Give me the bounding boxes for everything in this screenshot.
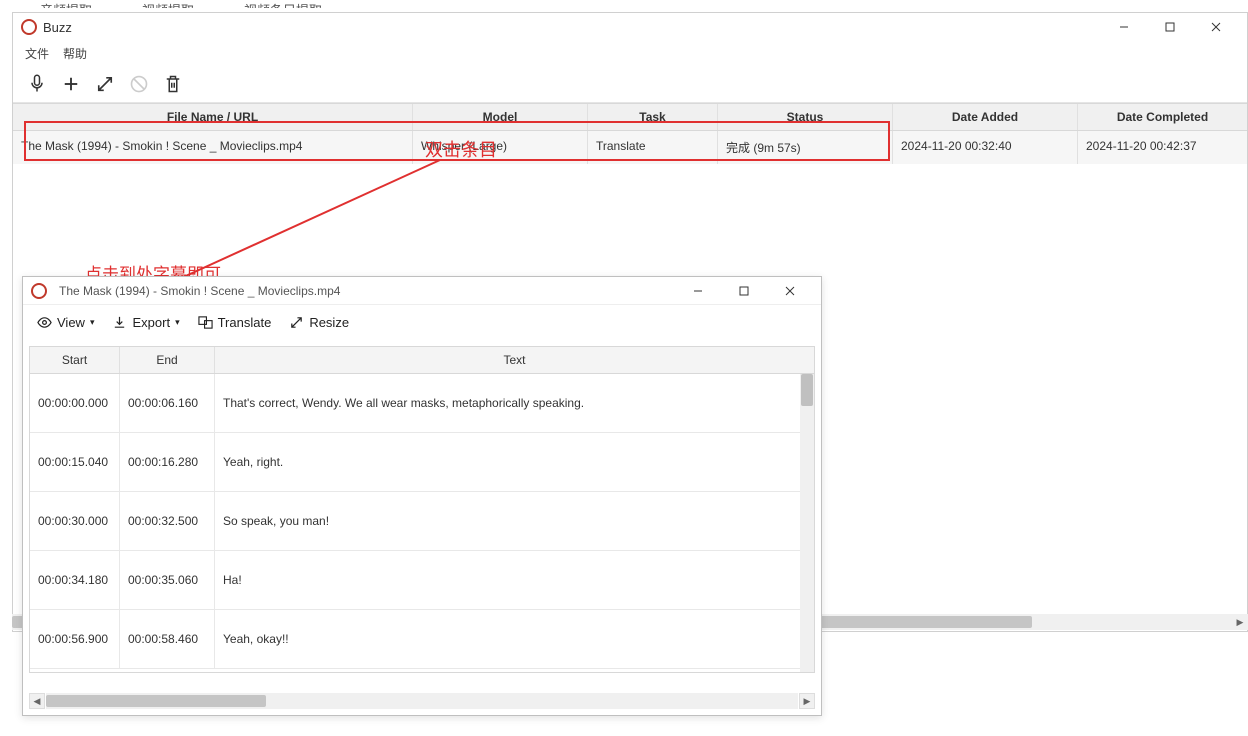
menu-help[interactable]: 帮助	[63, 45, 87, 62]
menu-file[interactable]: 文件	[25, 45, 49, 62]
sth-start[interactable]: Start	[30, 347, 120, 373]
cell-end: 00:00:06.160	[120, 374, 215, 432]
top-tab[interactable]: 视频提取	[142, 0, 194, 8]
cell-start: 00:00:30.000	[30, 492, 120, 550]
detail-titlebar: The Mask (1994) - Smokin ! Scene _ Movie…	[23, 277, 821, 305]
cell-start: 00:00:00.000	[30, 374, 120, 432]
annotation-doubleclick: 双击条目	[425, 136, 497, 162]
vertical-scrollbar[interactable]	[800, 374, 814, 672]
menubar: 文件 帮助	[13, 41, 1247, 66]
cell-task: Translate	[588, 131, 718, 164]
scroll-right-button[interactable]: ▶	[799, 693, 815, 709]
sub-header: Start End Text	[30, 347, 814, 374]
cell-end: 00:00:32.500	[120, 492, 215, 550]
top-tab[interactable]: 视频条目提取	[244, 0, 322, 8]
subtitle-row[interactable]: 00:00:30.000 00:00:32.500 So speak, you …	[30, 492, 814, 551]
sth-end[interactable]: End	[120, 347, 215, 373]
close-button[interactable]	[1193, 13, 1239, 41]
th-model[interactable]: Model	[413, 104, 588, 130]
th-filename[interactable]: File Name / URL	[13, 104, 413, 130]
th-added[interactable]: Date Added	[893, 104, 1078, 130]
trash-icon[interactable]	[163, 74, 183, 94]
maximize-button[interactable]	[721, 277, 767, 305]
expand-icon[interactable]	[95, 74, 115, 94]
detail-toolbar: View▾ Export▾ Translate Resize	[23, 305, 821, 340]
export-button[interactable]: Export▾	[112, 315, 179, 330]
plus-icon[interactable]	[61, 74, 81, 94]
view-button[interactable]: View▾	[37, 315, 94, 330]
mic-icon[interactable]	[27, 74, 47, 94]
maximize-button[interactable]	[1147, 13, 1193, 41]
th-completed[interactable]: Date Completed	[1078, 104, 1247, 130]
cell-end: 00:00:58.460	[120, 610, 215, 668]
cell-start: 00:00:34.180	[30, 551, 120, 609]
detail-window: The Mask (1994) - Smokin ! Scene _ Movie…	[22, 276, 822, 716]
cell-completed: 2024-11-20 00:42:37	[1078, 131, 1247, 164]
cell-start: 00:00:56.900	[30, 610, 120, 668]
cancel-icon	[129, 74, 149, 94]
cell-text: Yeah, okay!!	[215, 610, 814, 668]
cell-text: That's correct, Wendy. We all wear masks…	[215, 374, 814, 432]
cell-status: 完成 (9m 57s)	[718, 131, 893, 164]
subtitle-row[interactable]: 00:00:34.180 00:00:35.060 Ha!	[30, 551, 814, 610]
subtitle-row[interactable]: 00:00:56.900 00:00:58.460 Yeah, okay!!	[30, 610, 814, 669]
minimize-button[interactable]	[1101, 13, 1147, 41]
translate-button[interactable]: Translate	[198, 315, 272, 330]
cell-text: Yeah, right.	[215, 433, 814, 491]
cell-end: 00:00:16.280	[120, 433, 215, 491]
sth-text[interactable]: Text	[215, 347, 814, 373]
subtitle-table: Start End Text 00:00:00.000 00:00:06.160…	[29, 346, 815, 673]
cell-text: So speak, you man!	[215, 492, 814, 550]
titlebar: Buzz	[13, 13, 1247, 41]
scroll-left-button[interactable]: ◀	[29, 693, 45, 709]
subtitle-row[interactable]: 00:00:00.000 00:00:06.160 That's correct…	[30, 374, 814, 433]
resize-button[interactable]: Resize	[289, 315, 349, 330]
table-header: File Name / URL Model Task Status Date A…	[13, 103, 1247, 131]
app-title: Buzz	[43, 20, 1101, 35]
cell-end: 00:00:35.060	[120, 551, 215, 609]
toolbar	[13, 66, 1247, 103]
subtitle-row[interactable]: 00:00:15.040 00:00:16.280 Yeah, right.	[30, 433, 814, 492]
detail-title: The Mask (1994) - Smokin ! Scene _ Movie…	[59, 284, 675, 298]
cell-start: 00:00:15.040	[30, 433, 120, 491]
cell-added: 2024-11-20 00:32:40	[893, 131, 1078, 164]
app-icon	[21, 19, 37, 35]
th-task[interactable]: Task	[588, 104, 718, 130]
app-icon	[31, 283, 47, 299]
minimize-button[interactable]	[675, 277, 721, 305]
top-tab[interactable]: 音频提取	[40, 0, 92, 8]
horizontal-scrollbar[interactable]: ◀ ▶	[29, 693, 815, 709]
close-button[interactable]	[767, 277, 813, 305]
sub-body: 00:00:00.000 00:00:06.160 That's correct…	[30, 374, 814, 672]
th-status[interactable]: Status	[718, 104, 893, 130]
cell-text: Ha!	[215, 551, 814, 609]
